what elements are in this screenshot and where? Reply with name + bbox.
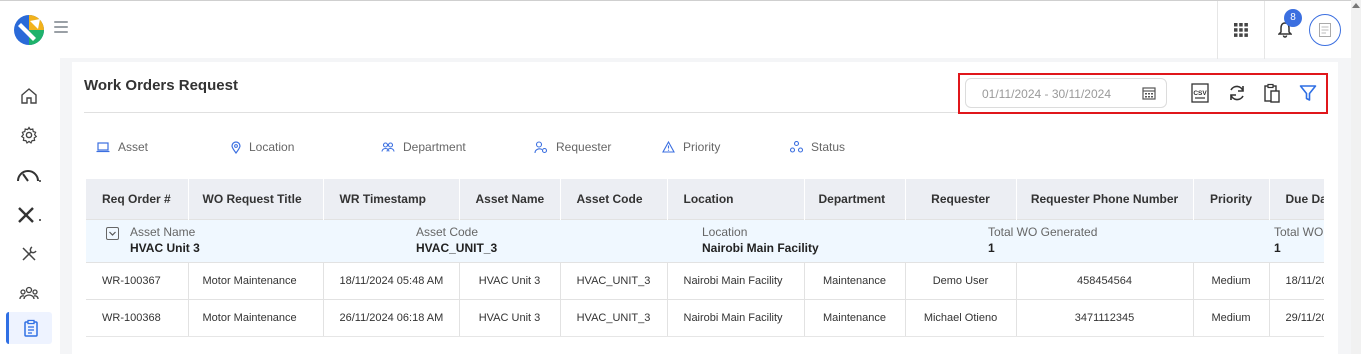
column-header[interactable]: Location xyxy=(667,179,805,219)
scroll-up-arrow[interactable] xyxy=(1352,3,1360,8)
notification-count-badge: 8 xyxy=(1284,9,1302,27)
gauge-icon xyxy=(17,170,41,182)
home-icon xyxy=(21,88,37,104)
refresh-button[interactable] xyxy=(1225,81,1249,105)
sidebar-item-work-orders[interactable] xyxy=(6,312,52,344)
filter-department[interactable]: Department xyxy=(381,140,466,154)
main-panel: Work Orders Request 01/11/2024 - 30/11/2… xyxy=(72,62,1338,354)
column-header[interactable]: Department xyxy=(804,179,906,219)
calendar-icon[interactable] xyxy=(1142,86,1156,100)
group-total-wo-2: Total WO 1 xyxy=(1274,224,1324,255)
group-total-wo: Total WO Generated 1 xyxy=(988,224,1098,255)
table-row[interactable]: WR-100367 Motor Maintenance 18/11/2024 0… xyxy=(86,261,1324,299)
apps-grid-icon[interactable] xyxy=(1218,1,1264,59)
column-header[interactable]: Asset Name xyxy=(459,179,561,219)
column-header[interactable]: Requester Phone Number xyxy=(1016,179,1194,219)
date-range-placeholder: 01/11/2024 - 30/11/2024 xyxy=(982,87,1111,101)
group-row: Asset Name HVAC Unit 3 Asset Code HVAC_UNI… xyxy=(86,218,1324,262)
wrench-screwdriver-icon xyxy=(22,246,37,261)
sidebar-item-maintenance[interactable] xyxy=(6,238,52,270)
filter-priority[interactable]: Priority xyxy=(662,140,720,154)
app-logo[interactable] xyxy=(12,13,46,47)
column-header[interactable]: Req Order # xyxy=(86,179,189,219)
refresh-icon xyxy=(1230,85,1244,101)
work-orders-table: Req Order # WO Request Title WR Timestam… xyxy=(86,179,1324,337)
group-location: Location Nairobi Main Facility xyxy=(702,224,819,255)
sidebar-item-home[interactable] xyxy=(6,80,52,112)
date-range-input[interactable]: 01/11/2024 - 30/11/2024 xyxy=(965,78,1167,108)
user-avatar[interactable] xyxy=(1309,14,1341,46)
warning-triangle-icon xyxy=(662,141,675,153)
page-scrollbar[interactable] xyxy=(1351,0,1361,354)
people-icon xyxy=(381,142,395,152)
page-title: Work Orders Request xyxy=(84,77,238,94)
avatar-image-icon xyxy=(1319,23,1331,37)
csv-export-button[interactable]: CSV xyxy=(1188,81,1212,105)
sidebar-item-team[interactable] xyxy=(6,277,52,309)
column-header[interactable]: WR Timestamp xyxy=(323,179,460,219)
filter-requester[interactable]: Requester xyxy=(534,140,611,154)
top-bar: 8 xyxy=(0,0,1361,59)
group-asset-name: Asset Name HVAC Unit 3 xyxy=(130,224,200,255)
nodes-icon xyxy=(790,141,803,153)
user-gear-icon xyxy=(534,140,548,153)
column-header[interactable]: Due Da xyxy=(1269,179,1324,219)
filter-status[interactable]: Status xyxy=(790,140,845,154)
sidebar xyxy=(0,58,60,354)
table-header-row: Req Order # WO Request Title WR Timestam… xyxy=(86,179,1324,219)
csv-file-icon: CSV xyxy=(1191,83,1209,103)
table-row[interactable]: WR-100368 Motor Maintenance 26/11/2024 0… xyxy=(86,298,1324,336)
sidebar-item-dashboard[interactable] xyxy=(6,159,52,191)
clipboard-icon xyxy=(23,319,38,337)
copy-button[interactable] xyxy=(1260,81,1284,105)
column-header[interactable]: Requester xyxy=(905,179,1017,219)
gear-icon xyxy=(20,126,38,144)
location-pin-icon xyxy=(231,140,241,154)
csv-label: CSV xyxy=(1193,90,1207,97)
team-icon xyxy=(19,286,39,300)
tools-icon xyxy=(18,207,41,223)
notifications-button[interactable]: 8 xyxy=(1265,1,1305,59)
filter-location[interactable]: Location xyxy=(231,140,294,154)
toolbar-highlight: 01/11/2024 - 30/11/2024 CSV xyxy=(958,73,1328,114)
top-right-actions: 8 xyxy=(1217,1,1341,59)
column-header[interactable]: WO Request Title xyxy=(188,179,324,219)
laptop-icon xyxy=(96,142,110,153)
filter-funnel-icon xyxy=(1299,85,1317,101)
filter-button[interactable] xyxy=(1296,81,1320,105)
column-header[interactable]: Asset Code xyxy=(560,179,668,219)
sidebar-item-tools[interactable] xyxy=(6,198,52,230)
group-asset-code: Asset Code HVAC_UNIT_3 xyxy=(416,224,498,255)
column-header[interactable]: Priority xyxy=(1193,179,1270,219)
group-collapse-toggle[interactable] xyxy=(106,226,119,240)
menu-toggle-button[interactable] xyxy=(54,21,68,33)
sidebar-item-settings[interactable] xyxy=(6,119,52,151)
filter-asset[interactable]: Asset xyxy=(96,140,148,154)
clipboard-copy-icon xyxy=(1264,83,1280,103)
